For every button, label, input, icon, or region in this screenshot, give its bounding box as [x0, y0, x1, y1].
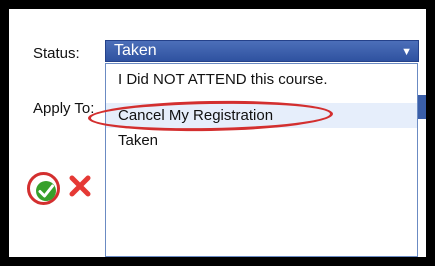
status-option-not-attend[interactable]: I Did NOT ATTEND this course. [106, 69, 417, 91]
status-select-value: Taken [114, 42, 157, 59]
checkmark-icon [36, 181, 56, 201]
dialog-panel: Status: Apply To: Taken ▼ I Did NOT ATTE… [9, 9, 426, 257]
status-label: Status: [33, 45, 80, 62]
confirm-button[interactable] [27, 172, 60, 205]
option-label: Taken [118, 132, 159, 149]
chevron-down-icon: ▼ [401, 46, 412, 58]
apply-to-label: Apply To: [33, 100, 95, 117]
cancel-button[interactable] [67, 173, 93, 199]
status-dropdown-list: I Did NOT ATTEND this course. Cancel My … [105, 63, 418, 257]
cross-icon [69, 175, 91, 197]
status-select[interactable]: Taken ▼ [105, 40, 419, 62]
status-option-taken[interactable]: Taken [106, 130, 417, 152]
option-label: I Did NOT ATTEND this course. [118, 71, 328, 88]
